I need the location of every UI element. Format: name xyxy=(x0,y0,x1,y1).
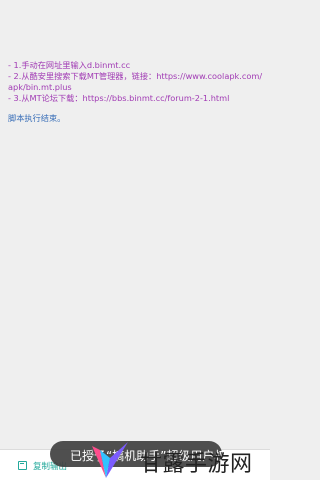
log-line: - 2.从酷安里搜索下载MT管理器，链接：https://www.coolapk… xyxy=(8,71,263,92)
watermark-text: 甘露手游网 xyxy=(140,452,253,477)
log-line: - 1.手动在网址里输入d.binmt.cc xyxy=(8,60,131,70)
log-line: - 3.从MT论坛下载：https://bbs.binmt.cc/forum-2… xyxy=(8,93,230,103)
output-log: - 1.手动在网址里输入d.binmt.cc - 2.从酷安里搜索下载MT管理器… xyxy=(8,60,266,124)
end-message: 脚本执行结束。 xyxy=(8,113,66,123)
watermark-logo-icon xyxy=(92,442,128,478)
watermark: 甘露手游网 xyxy=(80,440,270,480)
copy-icon xyxy=(18,461,27,470)
